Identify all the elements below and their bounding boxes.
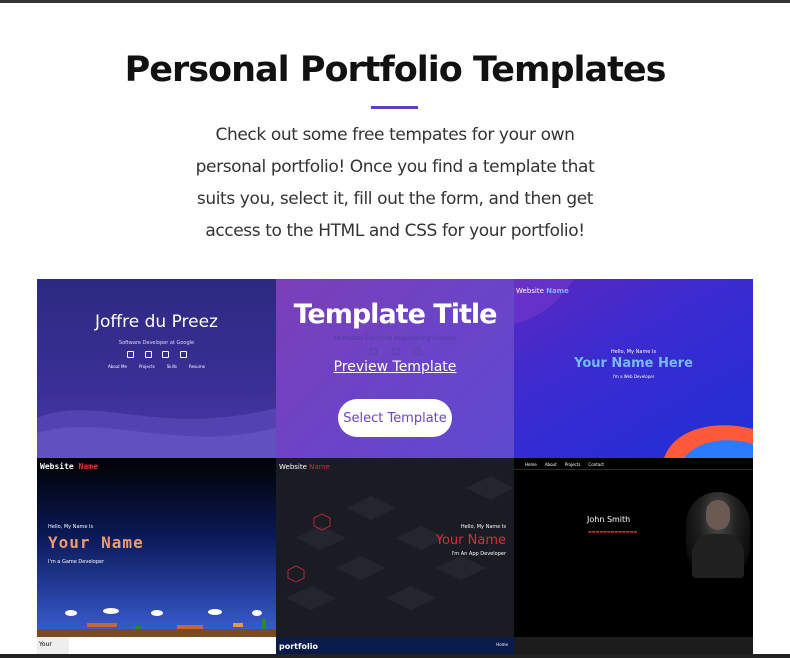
wave-decoration (37, 408, 276, 458)
top-border (0, 0, 790, 3)
nav-divider (514, 469, 753, 470)
hello-text: Hello, My Name Is (460, 524, 506, 530)
brand-logo: Website Name (279, 463, 330, 471)
brand-logo: Website Name (40, 462, 98, 471)
portfolio-nav: About Me Projects Skills Resume (37, 364, 276, 369)
portfolio-name: Your Name (48, 533, 144, 552)
nav-item: Resume (189, 364, 206, 369)
card-label: Your (39, 641, 52, 648)
photo-head (706, 500, 730, 530)
portfolio-role-placeholder: ▬▬▬▬▬▬▬▬▬▬▬▬▬ (588, 529, 638, 534)
profile-photo (686, 492, 750, 578)
nav-item: Contact (588, 462, 604, 467)
brand-logo: Website Name (516, 287, 569, 295)
facebook-icon (391, 348, 399, 355)
template-title: Template Title (293, 299, 498, 330)
linkedin-icon (127, 351, 134, 358)
template-card-6[interactable]: Home About Projects Contact John Smith ▬… (514, 458, 753, 637)
portfolio-role: I'm An App Developer (451, 551, 506, 557)
nav-item: Home (496, 642, 508, 647)
brand-prefix: Website (279, 463, 307, 471)
template-card-5[interactable]: Website Name Hello, My Name Is Your Name… (276, 458, 514, 637)
template-card-4[interactable]: Website Name Hello, My Name Is Your Name… (37, 458, 276, 637)
facebook-icon (144, 351, 152, 358)
nav-item: About (544, 462, 557, 467)
template-card-2[interactable]: McMaster Electrical Engineering Student … (276, 279, 514, 458)
brand-suffix: Name (78, 462, 98, 471)
portfolio-subtitle: Software Developer at Google (118, 340, 195, 346)
portfolio-role: I'm a Game Developer (48, 559, 105, 565)
github-icon (179, 351, 187, 358)
hello-text: Hello, My Name Is (48, 524, 94, 530)
photo-body (692, 534, 744, 578)
bottom-border (0, 654, 790, 658)
social-icons (127, 351, 187, 359)
template-grid: Joffre du Preez Software Developer at Go… (37, 279, 753, 658)
portfolio-name: Joffre du Preez (95, 312, 218, 332)
linkedin-icon (370, 348, 377, 355)
brand-prefix: Website (40, 462, 74, 471)
template-card-3[interactable]: Website Name Hello, My Name Is Your Name… (514, 279, 753, 458)
preview-template-link[interactable]: Preview Template (276, 359, 514, 375)
portfolio-role: I'm a Web Developer (612, 374, 655, 379)
social-icons (370, 348, 420, 355)
card-label: portfolio (279, 642, 318, 651)
brand-prefix: Website (516, 287, 544, 295)
intro-text: Check out some free tempates for your ow… (195, 125, 595, 241)
portfolio-name: John Smith (587, 515, 631, 524)
nav-item: Projects (138, 364, 155, 369)
portfolio-name: Your Name Here (574, 356, 693, 371)
brand-suffix: Name (309, 463, 330, 471)
select-template-button[interactable]: Select Template (338, 399, 452, 437)
page-title: Personal Portfolio Templates (124, 50, 667, 90)
ground (37, 629, 276, 637)
nav-item: Projects (564, 462, 581, 467)
title-underline (371, 106, 418, 109)
brand-suffix: Name (546, 287, 569, 295)
nav-item: Home (525, 462, 537, 467)
nav-item: Skills (166, 364, 178, 369)
nav-item: About Me (107, 364, 127, 369)
portfolio-subtitle: McMaster Electrical Engineering Student (334, 335, 456, 342)
portfolio-name: Your Name (435, 533, 506, 548)
template-card-1[interactable]: Joffre du Preez Software Developer at Go… (37, 279, 276, 458)
instagram-icon (413, 348, 420, 355)
portfolio-nav: Home About Projects Contact (525, 462, 604, 467)
hello-text: Hello, My Name Is (610, 349, 657, 355)
instagram-icon (162, 351, 170, 358)
